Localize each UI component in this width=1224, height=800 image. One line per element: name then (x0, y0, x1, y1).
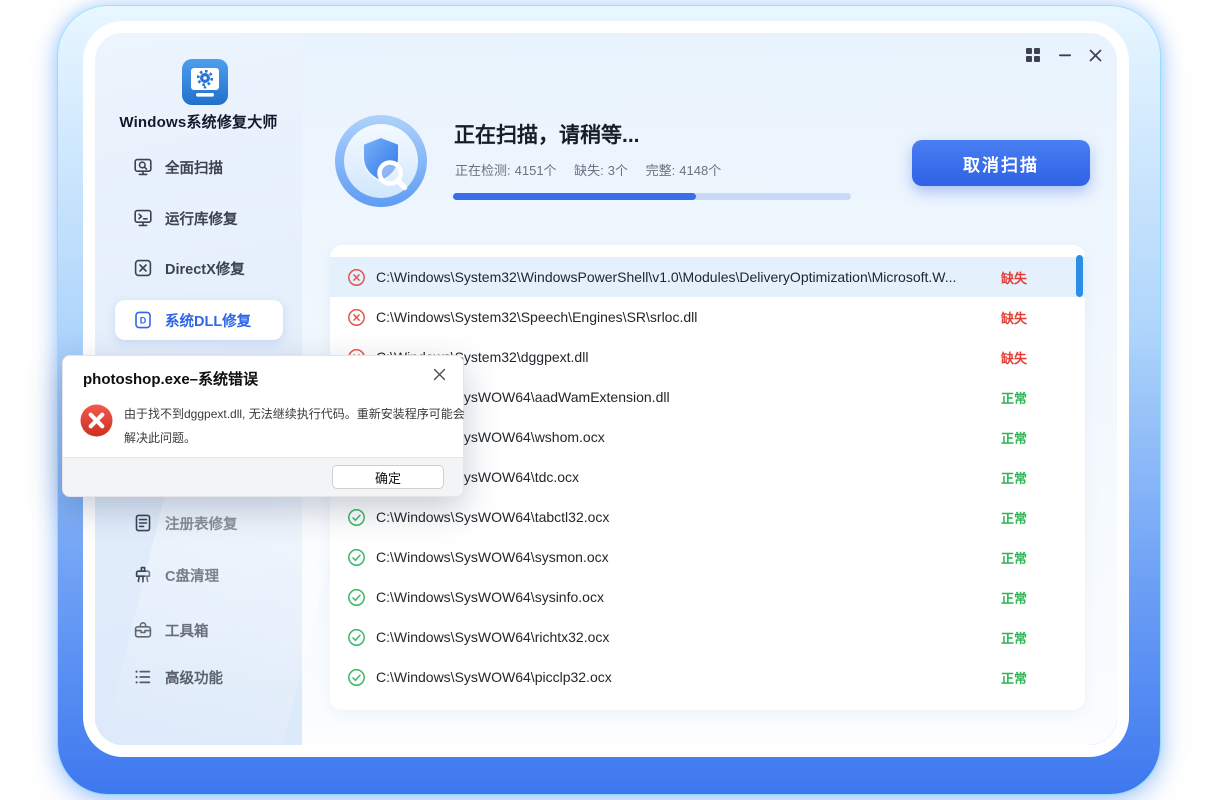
file-row[interactable]: C:\Windows\SysWOW64\picclp32.ocx 正常 (330, 657, 1085, 697)
file-path: C:\Windows\SysWOW64\picclp32.ocx (376, 669, 612, 685)
runtime-terminal-icon (133, 208, 153, 228)
error-x-circle-icon (80, 404, 113, 437)
scan-stats: 正在检测: 4151个 缺失: 3个 完整:4148个 (455, 160, 735, 179)
dialog-close-icon[interactable] (427, 362, 451, 386)
svg-text:D: D (140, 316, 147, 326)
app-title: Windows系统修复大师 (95, 111, 302, 132)
cancel-scan-button[interactable]: 取消扫描 (912, 140, 1090, 186)
sidebar-item-5[interactable]: 注册表修复 (115, 503, 283, 543)
toolbox-case-icon (133, 620, 153, 640)
sidebar-item-7[interactable]: 工具箱 (115, 610, 283, 650)
check-circle-icon (347, 588, 366, 607)
grid-menu-icon[interactable] (1022, 44, 1044, 66)
fullscan-monitor-icon (133, 157, 153, 177)
scan-status-title: 正在扫描，请稍等... (454, 119, 640, 149)
sidebar-item-label: 系统DLL修复 (165, 310, 251, 331)
status-badge: 缺失 (1001, 308, 1027, 327)
sidebar-item-4[interactable]: D 系统DLL修复 (115, 300, 283, 340)
dialog-ok-button[interactable]: 确定 (332, 465, 444, 489)
file-path: C:\Windows\SysWOW64\sysinfo.ocx (376, 589, 604, 605)
status-badge: 正常 (1001, 668, 1027, 687)
sidebar-item-8[interactable]: 高级功能 (115, 657, 283, 697)
disk-clean-brush-icon (133, 565, 153, 585)
file-row[interactable]: C:\Windows\SysWOW64\richtx32.ocx 正常 (330, 617, 1085, 657)
dialog-message-line: 由于找不到dggpext.dll, 无法继续执行代码。重新安装程序可能会 (124, 402, 465, 426)
sidebar-item-label: 注册表修复 (165, 513, 238, 534)
status-badge: 正常 (1001, 548, 1027, 567)
status-badge: 正常 (1001, 468, 1027, 487)
advanced-list-icon (133, 667, 153, 687)
screen: Windows系统修复大师 全面扫描运行库修复 DirectX修复 D 系统DLL修复… (0, 0, 1224, 800)
sidebar-item-label: DirectX修复 (165, 258, 245, 279)
stat-label: 正在检测: (455, 163, 511, 178)
file-row[interactable]: C:\Windows\System32\Speech\Engines\SR\sr… (330, 297, 1085, 337)
error-circle-icon (347, 308, 366, 327)
sidebar-item-label: 工具箱 (165, 620, 209, 641)
sidebar-item-label: C盘清理 (165, 565, 219, 586)
stat-value: 4148个 (679, 163, 721, 178)
status-badge: 正常 (1001, 388, 1027, 407)
sidebar-item-label: 运行库修复 (165, 208, 238, 229)
status-badge: 正常 (1001, 508, 1027, 527)
dialog-footer: 确定 (63, 457, 463, 496)
error-circle-icon (347, 268, 366, 287)
status-badge: 正常 (1001, 428, 1027, 447)
sidebar-item-label: 高级功能 (165, 667, 223, 688)
stat-value: 3个 (608, 163, 628, 178)
status-badge: 正常 (1001, 588, 1027, 607)
status-badge: 缺失 (1001, 268, 1027, 287)
sidebar-item-label: 全面扫描 (165, 157, 223, 178)
file-row[interactable]: C:\Windows\System32\WindowsPowerShell\v1… (330, 257, 1085, 297)
sidebar-item-1[interactable]: 全面扫描 (115, 147, 283, 187)
status-badge: 正常 (1001, 628, 1027, 647)
file-path: C:\Windows\SysWOW64\richtx32.ocx (376, 629, 609, 645)
stat-label: 缺失: (574, 163, 604, 178)
error-dialog: photoshop.exe–系统错误 由于找不到dggpext.dll, 无法继… (62, 355, 464, 497)
dialog-message: 由于找不到dggpext.dll, 无法继续执行代码。重新安装程序可能会 解决此… (124, 402, 465, 450)
file-row[interactable]: C:\Windows\SysWOW64\sysinfo.ocx 正常 (330, 577, 1085, 617)
registry-document-icon (133, 513, 153, 533)
sidebar-item-2[interactable]: 运行库修复 (115, 198, 283, 238)
stat-label: 完整: (646, 163, 676, 178)
minimize-icon[interactable] (1054, 44, 1076, 66)
file-path: C:\Windows\System32\WindowsPowerShell\v1… (376, 269, 956, 285)
shield-magnifier-icon (333, 113, 429, 209)
check-circle-icon (347, 668, 366, 687)
monitor-gear-logo-icon (182, 59, 228, 105)
sidebar-item-3[interactable]: DirectX修复 (115, 248, 283, 288)
directx-x-icon (133, 258, 153, 278)
file-path: C:\Windows\SysWOW64\sysmon.ocx (376, 549, 609, 565)
status-badge: 缺失 (1001, 348, 1027, 367)
file-row[interactable]: C:\Windows\SysWOW64\sysmon.ocx 正常 (330, 537, 1085, 577)
scrollbar-thumb[interactable] (1076, 255, 1083, 297)
file-path: C:\Windows\SysWOW64\tabctl32.ocx (376, 509, 609, 525)
dll-document-icon: D (133, 310, 153, 330)
close-icon[interactable] (1084, 44, 1106, 66)
dialog-title: photoshop.exe–系统错误 (83, 368, 258, 389)
file-row[interactable]: C:\Windows\SysWOW64\tabctl32.ocx 正常 (330, 497, 1085, 537)
dialog-message-line: 解决此问题。 (124, 426, 465, 450)
stat-value: 4151个 (515, 163, 557, 178)
file-path: C:\Windows\System32\Speech\Engines\SR\sr… (376, 309, 697, 325)
sidebar-item-6[interactable]: C盘清理 (115, 555, 283, 595)
check-circle-icon (347, 548, 366, 567)
check-circle-icon (347, 508, 366, 527)
check-circle-icon (347, 628, 366, 647)
progress-fill (453, 193, 696, 200)
progress-bar (453, 193, 851, 200)
